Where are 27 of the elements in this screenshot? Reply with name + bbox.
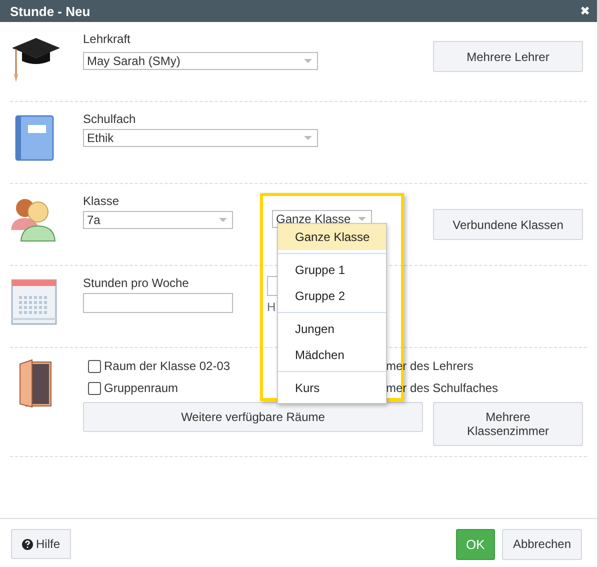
hint-text: H bbox=[267, 300, 277, 314]
calendar-icon bbox=[11, 279, 57, 325]
cancel-button[interactable]: Abbrechen bbox=[502, 528, 582, 560]
close-button[interactable]: ✖ bbox=[580, 4, 590, 18]
select-field[interactable]: 7a bbox=[83, 211, 233, 229]
help-icon bbox=[22, 538, 33, 550]
select-field[interactable]: Ethik bbox=[83, 129, 318, 147]
help-button[interactable]: Hilfe bbox=[11, 529, 72, 559]
book-icon bbox=[14, 115, 54, 161]
menu-item[interactable]: Gruppe 1 bbox=[278, 257, 386, 283]
multiple-teachers-button[interactable]: Mehrere Lehrer bbox=[433, 41, 583, 72]
select-field[interactable]: May Sarah (SMy) bbox=[83, 52, 318, 70]
window-title: Stunde - Neu bbox=[10, 4, 92, 18]
field-label: Lehrkraft bbox=[83, 32, 132, 47]
menu-item[interactable]: Gruppe 2 bbox=[278, 283, 386, 309]
more-rooms-button[interactable]: Weitere verfügbare Räume bbox=[83, 402, 423, 432]
menu-item[interactable]: Kurs bbox=[278, 375, 386, 401]
linked-classes-button[interactable]: Verbundene Klassen bbox=[433, 209, 583, 240]
menu-item[interactable]: Ganze Klasse bbox=[278, 224, 386, 250]
field-label: Klasse bbox=[83, 194, 120, 209]
people-icon bbox=[10, 196, 58, 242]
input-field[interactable] bbox=[83, 293, 233, 313]
field-label: Schulfach bbox=[83, 112, 137, 127]
menu-item[interactable]: Jungen bbox=[278, 316, 386, 342]
door-icon bbox=[18, 358, 52, 408]
field-label: Stunden pro Woche bbox=[83, 276, 190, 291]
multiple-rooms-button[interactable]: Mehrere Klassenzimmer bbox=[433, 402, 583, 446]
